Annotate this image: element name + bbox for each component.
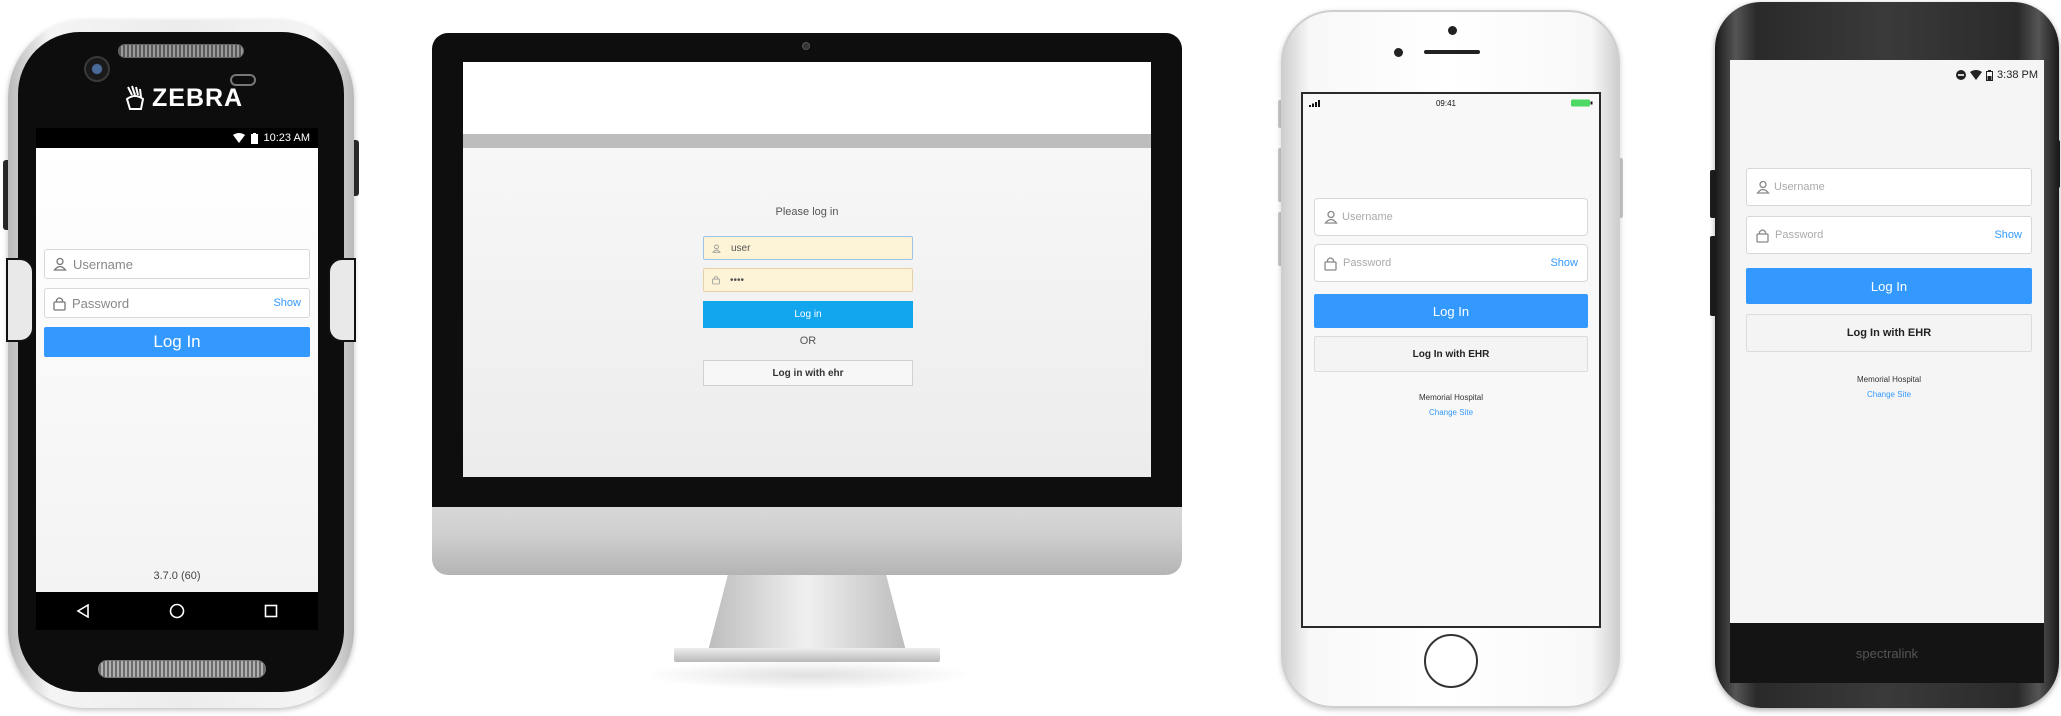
recents-icon[interactable] <box>264 604 278 618</box>
signal-icon <box>1309 99 1321 107</box>
password-placeholder: Password <box>72 295 130 311</box>
user-icon <box>712 244 721 253</box>
lock-icon <box>1756 228 1769 243</box>
user-icon <box>53 257 67 271</box>
earpiece-speaker <box>1424 50 1480 54</box>
password-field[interactable]: Password Show <box>1314 244 1588 282</box>
app-area <box>36 148 318 592</box>
username-placeholder: Username <box>73 256 133 272</box>
battery-icon <box>1986 69 1994 81</box>
zebra-logo: ZEBRA <box>124 82 254 114</box>
username-field[interactable]: Username <box>1314 198 1588 236</box>
site-name: Memorial Hospital <box>1856 375 1922 384</box>
app-version: 3.7.0 (60) <box>153 570 201 582</box>
status-bar: 09:41 <box>1305 96 1597 110</box>
password-placeholder: Password <box>1343 257 1392 269</box>
login-button[interactable]: Log In <box>1746 268 2032 304</box>
imac-chin <box>432 507 1182 575</box>
web-login-button[interactable]: Log in <box>703 301 913 328</box>
show-password-button[interactable]: Show <box>1994 229 2022 241</box>
wifi-icon <box>1970 70 1983 80</box>
login-prompt: Please log in <box>775 206 839 218</box>
front-camera <box>84 56 110 82</box>
username-placeholder: Username <box>1342 211 1393 223</box>
zebra-brand-text: ZEBRA <box>152 83 244 112</box>
spectralink-logo: spectralink <box>1730 623 2044 683</box>
password-field[interactable]: Password Show <box>44 288 310 318</box>
status-time: 10:23 AM <box>263 132 310 144</box>
password-placeholder: Password <box>1775 229 1824 241</box>
show-password-button[interactable]: Show <box>1550 257 1578 269</box>
web-ehr-login-button[interactable]: Log in with ehr <box>703 360 913 386</box>
change-site-link[interactable]: Change Site <box>1314 408 1588 417</box>
zebra-head-icon <box>124 85 146 111</box>
battery-icon <box>250 132 258 144</box>
imac-stand <box>708 575 906 651</box>
battery-icon <box>1571 99 1593 107</box>
earpiece-speaker <box>118 44 244 58</box>
login-button[interactable]: Log In <box>44 327 310 357</box>
login-button[interactable]: Log In <box>1314 294 1588 328</box>
wifi-icon <box>232 133 245 143</box>
front-camera <box>1448 26 1457 35</box>
lock-icon <box>712 275 720 285</box>
android-nav-bar <box>36 592 318 630</box>
dnd-icon <box>1956 70 1967 80</box>
status-bar: 3:38 PM <box>1730 68 2044 82</box>
browser-header-bar <box>463 134 1151 148</box>
home-icon[interactable] <box>169 603 185 619</box>
camera-icon <box>802 42 810 50</box>
username-placeholder: Username <box>1774 181 1825 193</box>
username-field[interactable]: Username <box>44 249 310 279</box>
web-username-value: user <box>731 242 751 254</box>
user-icon <box>1756 180 1770 194</box>
side-bumper <box>6 258 34 342</box>
bottom-speaker <box>98 660 266 678</box>
back-icon[interactable] <box>76 604 90 618</box>
ehr-login-button[interactable]: Log In with EHR <box>1314 336 1588 372</box>
imac-shadow <box>640 660 974 690</box>
lock-icon <box>1324 256 1337 271</box>
proximity-sensor <box>1394 48 1403 57</box>
change-site-link[interactable]: Change Site <box>1746 390 2032 399</box>
web-password-field[interactable]: •••• <box>703 268 913 292</box>
user-icon <box>1324 210 1338 224</box>
or-divider: OR <box>799 335 817 347</box>
site-name: Memorial Hospital <box>1418 393 1484 402</box>
username-field[interactable]: Username <box>1746 168 2032 206</box>
web-username-field[interactable]: user <box>703 236 913 260</box>
status-bar: 10:23 AM <box>36 128 318 148</box>
ehr-login-button[interactable]: Log In with EHR <box>1746 314 2032 352</box>
lock-icon <box>53 296 66 311</box>
side-bumper <box>328 258 356 342</box>
show-password-button[interactable]: Show <box>273 297 301 309</box>
web-password-value: •••• <box>730 274 745 286</box>
home-button[interactable] <box>1424 634 1478 688</box>
status-time: 09:41 <box>1435 98 1457 108</box>
password-field[interactable]: Password Show <box>1746 216 2032 254</box>
status-time: 3:38 PM <box>1997 69 2038 81</box>
